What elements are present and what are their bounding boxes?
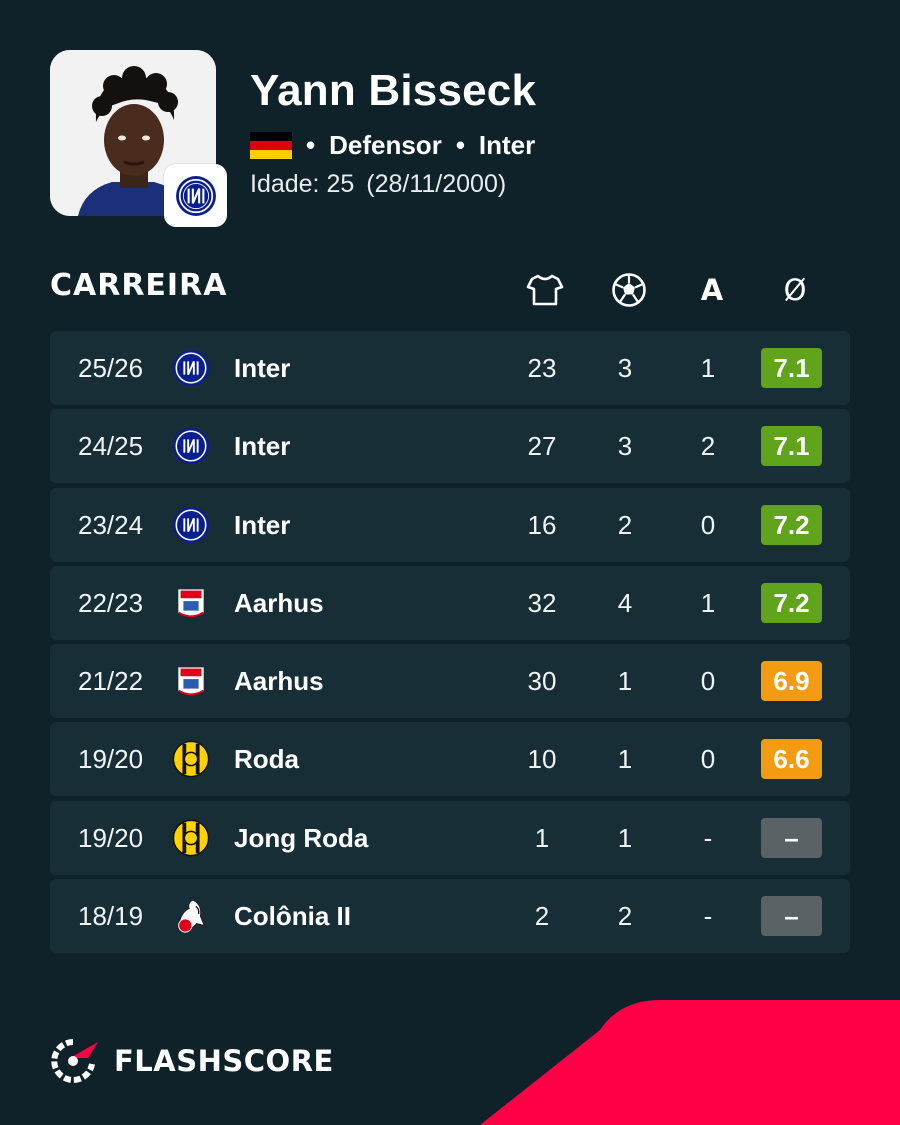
row-goals: 2 [617,509,633,540]
row-goals: 4 [617,587,633,618]
player-meta: • Defensor • Inter [250,128,535,162]
flashscore-logo: FLASHSCORE [50,1038,334,1084]
row-season: 23/24 [78,509,144,540]
assists-column-header: A [700,273,724,307]
row-rating-badge: 6.6 [761,739,822,780]
row-rating-badge: – [761,817,822,858]
career-row: 24/25 Inter 27 3 2 7.1 [50,409,850,484]
row-appearances: 30 [527,666,557,697]
row-club: Roda [234,744,299,775]
row-season: 21/22 [78,666,144,697]
career-row: 19/20 Roda 10 1 0 6.6 [50,722,850,797]
inter-logo-icon [172,506,210,544]
row-goals: 1 [617,822,633,853]
row-assists: 0 [700,509,716,540]
separator-dot: • [455,129,465,160]
row-appearances: 23 [527,353,557,383]
row-rating-badge: 7.1 [761,348,822,388]
player-name: Yann Bisseck [250,66,537,115]
career-row: 18/19 Colônia II 2 2 - – [50,879,850,954]
aarhus-logo-icon [172,662,210,700]
row-appearances: 10 [527,744,557,775]
row-club: Inter [234,353,291,383]
row-assists: 2 [700,431,716,462]
ball-icon [609,272,649,308]
current-club-badge [164,164,227,227]
row-goals: 1 [617,744,633,775]
row-appearances: 27 [527,431,557,462]
row-goals: 2 [617,901,633,932]
shirt-icon [525,272,565,308]
player-age-line: Idade: 25 (28/11/2000) [250,170,506,199]
row-assists: - [703,822,713,853]
row-club: Jong Roda [234,822,369,853]
row-season: 24/25 [78,431,144,462]
row-assists: - [703,901,713,932]
separator-dot: • [306,129,316,160]
roda-logo-icon [172,819,210,857]
row-assists: 1 [700,587,716,618]
player-position: Defensor [329,129,442,160]
row-season: 22/23 [78,587,144,618]
row-season: 19/20 [78,744,144,775]
player-age: Idade: 25 [250,170,355,198]
row-rating-badge: 7.2 [761,504,822,545]
row-club: Inter [234,431,291,462]
row-club: Aarhus [234,666,324,697]
section-title: CARREIRA [50,268,228,303]
aarhus-logo-icon [172,584,210,622]
row-club: Aarhus [234,587,324,618]
career-row: 19/20 Jong Roda 1 1 - – [50,800,850,875]
player-birthdate: (28/11/2000) [366,170,507,198]
row-goals: 1 [617,666,633,697]
career-row: 25/26 Inter 23 3 1 7.1 [50,331,850,405]
career-row: 22/23 Aarhus 32 4 1 7.2 [50,565,850,640]
row-appearances: 1 [534,822,550,853]
roda-logo-icon [172,740,210,778]
player-club: Inter [478,129,536,160]
row-rating-badge: 7.1 [761,426,822,467]
row-assists: 0 [700,666,716,697]
row-season: 18/19 [78,901,144,932]
row-goals: 3 [617,431,633,462]
row-season: 25/26 [78,353,144,383]
row-assists: 0 [700,744,716,775]
row-appearances: 16 [527,509,557,540]
row-assists: 1 [700,353,716,383]
brand-name: FLASHSCORE [114,1044,334,1078]
row-appearances: 32 [527,587,557,618]
flashscore-icon [51,1039,98,1083]
row-club: Inter [234,509,291,540]
row-rating-badge: – [761,896,822,937]
stats-card: Yann Bisseck • Defensor • Inter Idade: 2… [0,0,900,1125]
row-goals: 3 [617,353,633,383]
row-rating-badge: 7.2 [761,582,822,623]
koln-logo-icon [172,897,210,935]
career-row: 21/22 Aarhus 30 1 0 6.9 [50,644,850,719]
career-row: 23/24 Inter 16 2 0 7.2 [50,487,850,562]
inter-logo-icon [175,175,216,216]
row-appearances: 2 [534,901,550,932]
inter-logo-icon [172,349,210,387]
inter-logo-icon [172,427,210,465]
row-season: 19/20 [78,822,144,853]
germany-flag-icon [250,131,292,159]
row-club: Colônia II [234,901,351,932]
rating-column-header: Ø [783,273,807,307]
career-table: 25/26 Inter 23 3 1 7.1 24/25 Inter 27 3 2 7.1 23/24 I… [50,331,850,957]
row-rating-badge: 6.9 [761,661,822,702]
